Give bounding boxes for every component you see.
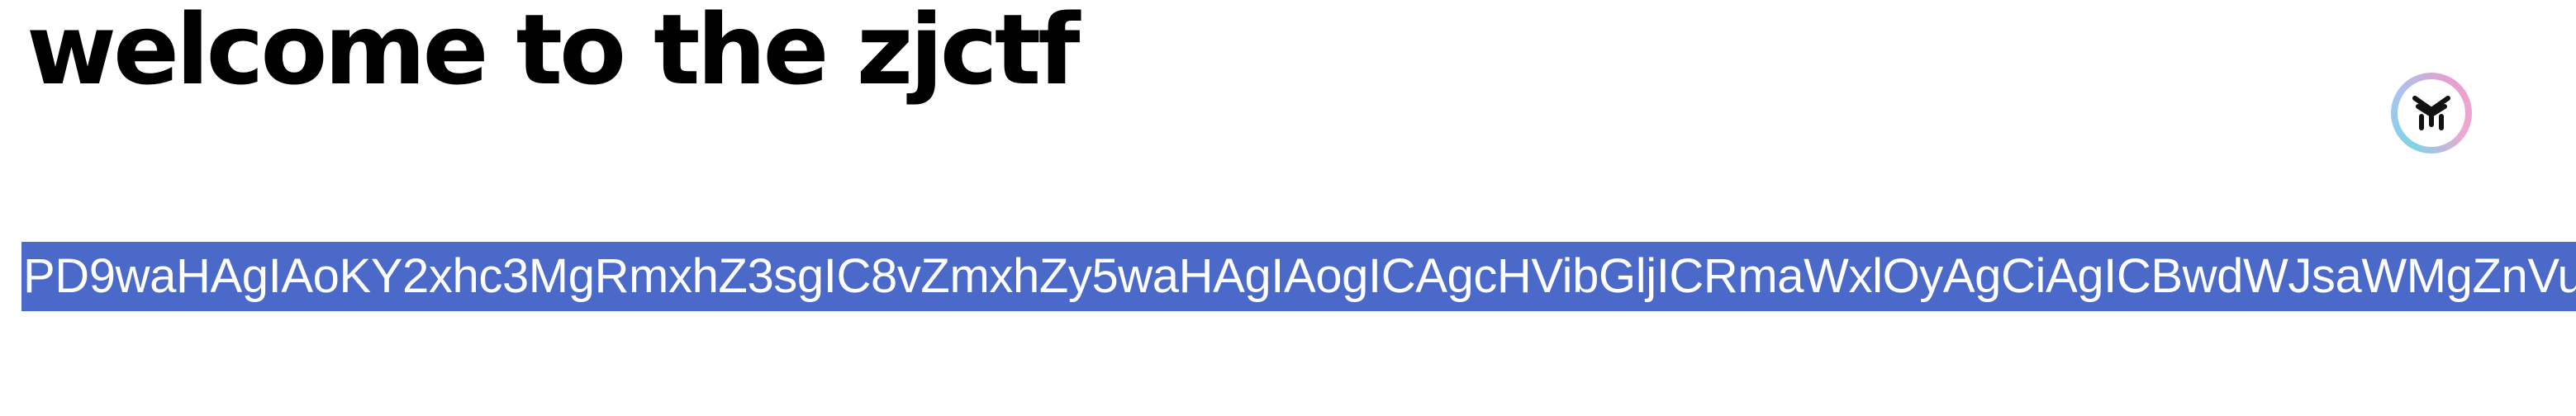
encoded-text: PD9waHAgIAoKY2xhc3MgRmxhZ3sgIC8vZmxhZy5w… — [23, 249, 2576, 303]
selected-encoded-text[interactable]: PD9waHAgIAoKY2xhc3MgRmxhZ3sgIC8vZmxhZy5w… — [21, 242, 2576, 311]
floating-extension-button[interactable] — [2391, 73, 2472, 154]
extension-icon — [2412, 96, 2450, 130]
floating-extension-button-inner — [2398, 79, 2465, 147]
page-title: welcome to the zjctf — [26, 0, 1080, 106]
